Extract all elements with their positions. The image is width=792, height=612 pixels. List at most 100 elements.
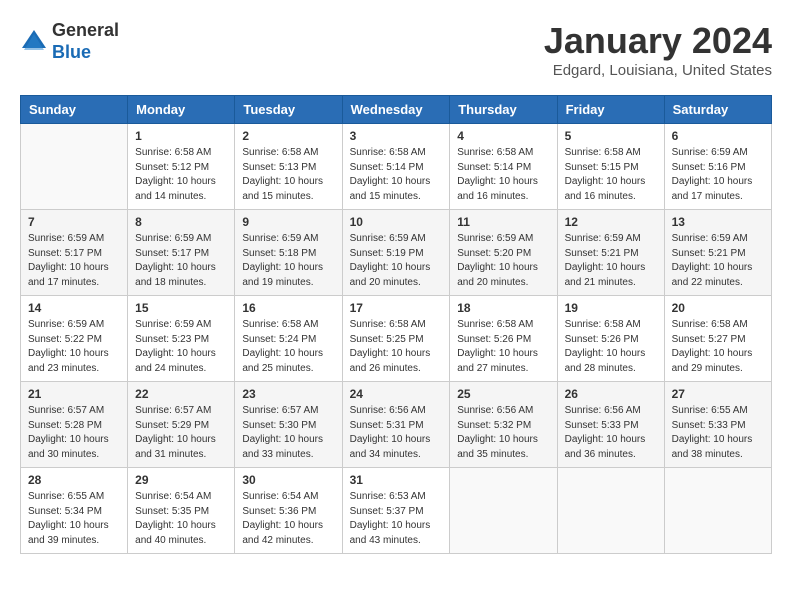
- calendar-day-cell: 28 Sunrise: 6:55 AM Sunset: 5:34 PM Dayli…: [21, 468, 128, 554]
- calendar-day-cell: [450, 468, 557, 554]
- calendar-week-row: 1Sunrise: 6:58 AM Sunset: 5:12 PM Daylig…: [21, 124, 772, 210]
- day-info: Sunrise: 6:57 AM Sunset: 5:28 PM Dayligh…: [28, 404, 120, 462]
- day-info: Sunrise: 6:58 AM Sunset: 5:26 PM Dayligh…: [457, 318, 549, 376]
- day-info: Sunrise: 6:59 AM Sunset: 5:22 PM Dayligh…: [28, 318, 120, 376]
- day-info: Sunrise: 6:59 AM Sunset: 5:16 PM Dayligh…: [672, 146, 764, 204]
- weekday-header: Tuesday: [235, 96, 342, 124]
- calendar-day-cell: 25Sunrise: 6:56 AM Sunset: 5:32 PM Dayli…: [450, 382, 557, 468]
- day-info: Sunrise: 6:58 AM Sunset: 5:14 PM Dayligh…: [457, 146, 549, 204]
- calendar-day-cell: 14 Sunrise: 6:59 AM Sunset: 5:22 PM Dayli…: [21, 296, 128, 382]
- calendar-day-cell: 10 Sunrise: 6:59 AM Sunset: 5:19 PM Dayli…: [342, 210, 450, 296]
- calendar-day-cell: 17 Sunrise: 6:58 AM Sunset: 5:25 PM Dayli…: [342, 296, 450, 382]
- day-number: 30: [242, 473, 334, 487]
- day-info: Sunrise: 6:59 AM Sunset: 5:21 PM Dayligh…: [565, 232, 657, 290]
- day-number: 24: [350, 387, 443, 401]
- location-title: Edgard, Louisiana, United States: [544, 62, 772, 79]
- day-info: Sunrise: 6:58 AM Sunset: 5:27 PM Dayligh…: [672, 318, 764, 376]
- calendar-day-cell: 23Sunrise: 6:57 AM Sunset: 5:30 PM Dayli…: [235, 382, 342, 468]
- weekday-header: Thursday: [450, 96, 557, 124]
- day-number: 4: [457, 129, 549, 143]
- calendar-day-cell: 20 Sunrise: 6:58 AM Sunset: 5:27 PM Dayli…: [664, 296, 771, 382]
- calendar-day-cell: 7 Sunrise: 6:59 AM Sunset: 5:17 PM Daylig…: [21, 210, 128, 296]
- calendar-day-cell: 15 Sunrise: 6:59 AM Sunset: 5:23 PM Dayli…: [128, 296, 235, 382]
- calendar-day-cell: 5 Sunrise: 6:58 AM Sunset: 5:15 PM Daylig…: [557, 124, 664, 210]
- calendar-day-cell: 3 Sunrise: 6:58 AM Sunset: 5:14 PM Daylig…: [342, 124, 450, 210]
- day-number: 11: [457, 215, 549, 229]
- day-number: 2: [242, 129, 334, 143]
- day-number: 25: [457, 387, 549, 401]
- day-number: 16: [242, 301, 334, 315]
- calendar-day-cell: 6 Sunrise: 6:59 AM Sunset: 5:16 PM Daylig…: [664, 124, 771, 210]
- calendar-week-row: 14 Sunrise: 6:59 AM Sunset: 5:22 PM Dayli…: [21, 296, 772, 382]
- logo-icon: [20, 28, 48, 56]
- day-info: Sunrise: 6:59 AM Sunset: 5:17 PM Dayligh…: [135, 232, 227, 290]
- calendar-day-cell: 22Sunrise: 6:57 AM Sunset: 5:29 PM Dayli…: [128, 382, 235, 468]
- calendar-day-cell: 8 Sunrise: 6:59 AM Sunset: 5:17 PM Daylig…: [128, 210, 235, 296]
- day-number: 8: [135, 215, 227, 229]
- calendar-day-cell: 29 Sunrise: 6:54 AM Sunset: 5:35 PM Dayli…: [128, 468, 235, 554]
- day-info: Sunrise: 6:59 AM Sunset: 5:23 PM Dayligh…: [135, 318, 227, 376]
- day-number: 5: [565, 129, 657, 143]
- title-section: January 2024 Edgard, Louisiana, United S…: [544, 20, 772, 79]
- day-info: Sunrise: 6:57 AM Sunset: 5:29 PM Dayligh…: [135, 404, 227, 462]
- day-info: Sunrise: 6:58 AM Sunset: 5:14 PM Dayligh…: [350, 146, 443, 204]
- day-number: 28: [28, 473, 120, 487]
- day-info: Sunrise: 6:54 AM Sunset: 5:36 PM Dayligh…: [242, 490, 334, 548]
- calendar-day-cell: 9Sunrise: 6:59 AM Sunset: 5:18 PM Daylig…: [235, 210, 342, 296]
- day-info: Sunrise: 6:55 AM Sunset: 5:33 PM Dayligh…: [672, 404, 764, 462]
- calendar-day-cell: 27 Sunrise: 6:55 AM Sunset: 5:33 PM Dayli…: [664, 382, 771, 468]
- day-info: Sunrise: 6:54 AM Sunset: 5:35 PM Dayligh…: [135, 490, 227, 548]
- day-info: Sunrise: 6:59 AM Sunset: 5:17 PM Dayligh…: [28, 232, 120, 290]
- day-info: Sunrise: 6:58 AM Sunset: 5:13 PM Dayligh…: [242, 146, 334, 204]
- calendar-day-cell: [557, 468, 664, 554]
- calendar-day-cell: 30 Sunrise: 6:54 AM Sunset: 5:36 PM Dayli…: [235, 468, 342, 554]
- calendar-day-cell: 18Sunrise: 6:58 AM Sunset: 5:26 PM Dayli…: [450, 296, 557, 382]
- day-number: 13: [672, 215, 764, 229]
- calendar-day-cell: [664, 468, 771, 554]
- weekday-header: Wednesday: [342, 96, 450, 124]
- weekday-header: Friday: [557, 96, 664, 124]
- day-info: Sunrise: 6:53 AM Sunset: 5:37 PM Dayligh…: [350, 490, 443, 548]
- day-number: 29: [135, 473, 227, 487]
- logo-general: General: [52, 20, 119, 42]
- calendar-day-cell: 2 Sunrise: 6:58 AM Sunset: 5:13 PM Daylig…: [235, 124, 342, 210]
- day-number: 27: [672, 387, 764, 401]
- day-number: 15: [135, 301, 227, 315]
- day-number: 21: [28, 387, 120, 401]
- day-number: 19: [565, 301, 657, 315]
- day-info: Sunrise: 6:58 AM Sunset: 5:15 PM Dayligh…: [565, 146, 657, 204]
- calendar-day-cell: 13 Sunrise: 6:59 AM Sunset: 5:21 PM Dayli…: [664, 210, 771, 296]
- day-info: Sunrise: 6:59 AM Sunset: 5:21 PM Dayligh…: [672, 232, 764, 290]
- calendar-week-row: 7 Sunrise: 6:59 AM Sunset: 5:17 PM Daylig…: [21, 210, 772, 296]
- day-number: 20: [672, 301, 764, 315]
- day-number: 17: [350, 301, 443, 315]
- calendar-day-cell: 21 Sunrise: 6:57 AM Sunset: 5:28 PM Dayli…: [21, 382, 128, 468]
- logo-text: General Blue: [52, 20, 119, 63]
- weekday-header: Monday: [128, 96, 235, 124]
- calendar-week-row: 21 Sunrise: 6:57 AM Sunset: 5:28 PM Dayli…: [21, 382, 772, 468]
- calendar-header-row: SundayMondayTuesdayWednesdayThursdayFrid…: [21, 96, 772, 124]
- day-number: 9: [242, 215, 334, 229]
- calendar-day-cell: 16Sunrise: 6:58 AM Sunset: 5:24 PM Dayli…: [235, 296, 342, 382]
- day-number: 10: [350, 215, 443, 229]
- calendar-day-cell: [21, 124, 128, 210]
- calendar-day-cell: 4 Sunrise: 6:58 AM Sunset: 5:14 PM Daylig…: [450, 124, 557, 210]
- day-number: 7: [28, 215, 120, 229]
- day-info: Sunrise: 6:55 AM Sunset: 5:34 PM Dayligh…: [28, 490, 120, 548]
- day-info: Sunrise: 6:58 AM Sunset: 5:25 PM Dayligh…: [350, 318, 443, 376]
- day-number: 23: [242, 387, 334, 401]
- weekday-header: Sunday: [21, 96, 128, 124]
- day-info: Sunrise: 6:59 AM Sunset: 5:19 PM Dayligh…: [350, 232, 443, 290]
- day-number: 6: [672, 129, 764, 143]
- page-header: General Blue January 2024 Edgard, Louisi…: [20, 20, 772, 79]
- day-number: 12: [565, 215, 657, 229]
- day-number: 14: [28, 301, 120, 315]
- day-info: Sunrise: 6:59 AM Sunset: 5:20 PM Dayligh…: [457, 232, 549, 290]
- calendar-day-cell: 24Sunrise: 6:56 AM Sunset: 5:31 PM Dayli…: [342, 382, 450, 468]
- month-title: January 2024: [544, 20, 772, 62]
- weekday-header: Saturday: [664, 96, 771, 124]
- calendar-day-cell: 26Sunrise: 6:56 AM Sunset: 5:33 PM Dayli…: [557, 382, 664, 468]
- day-number: 3: [350, 129, 443, 143]
- logo: General Blue: [20, 20, 119, 63]
- day-number: 1: [135, 129, 227, 143]
